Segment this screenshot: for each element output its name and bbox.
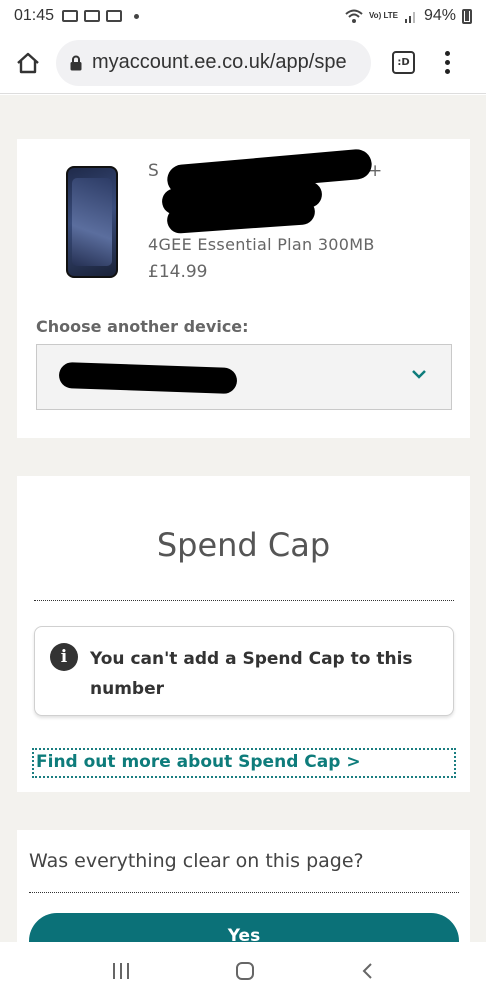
spend-cap-notice: i You can't add a Spend Cap to this numb… — [34, 626, 454, 716]
find-out-more-link[interactable]: Find out more about Spend Cap > — [32, 748, 456, 778]
browser-menu-button[interactable] — [445, 51, 450, 74]
network-type: Vo) LTE — [368, 11, 398, 20]
notification-icon — [62, 10, 79, 22]
cast-icon — [106, 10, 123, 22]
battery-icon — [462, 8, 472, 24]
yes-button[interactable]: Yes — [29, 913, 459, 942]
home-icon — [17, 52, 39, 73]
divider — [29, 892, 459, 893]
system-nav-bar — [0, 942, 486, 999]
battery-percent: 94% — [423, 7, 456, 24]
spend-cap-title: Spend Cap — [156, 526, 331, 564]
spend-cap-notice-text: You can't add a Spend Cap to this number — [90, 649, 413, 699]
feedback-card: Was everything clear on this page? Yes — [17, 830, 470, 942]
home-nav-icon[interactable] — [235, 961, 254, 980]
tab-switcher-button[interactable]: :D — [392, 51, 415, 74]
plan-name: 4GEE Essential Plan 300MB — [148, 235, 375, 254]
notification-icon-2 — [84, 10, 101, 22]
spend-cap-card: Spend Cap i You can't add a Spend Cap to… — [17, 476, 470, 792]
recent-apps-icon[interactable] — [113, 962, 130, 979]
choose-device-label: Choose another device: — [36, 317, 249, 336]
divider — [34, 600, 454, 601]
info-icon: i — [50, 643, 78, 671]
lock-icon — [70, 55, 82, 71]
device-select[interactable] — [36, 344, 452, 410]
feedback-question: Was everything clear on this page? — [29, 850, 364, 872]
more-notifications-icon — [134, 13, 140, 19]
page-content: S + 4GEE Essential Plan 300MB £14.99 Cho… — [0, 95, 486, 942]
device-card: S + 4GEE Essential Plan 300MB £14.99 Cho… — [17, 139, 470, 438]
address-bar[interactable]: myaccount.ee.co.uk/app/spe — [56, 39, 371, 86]
device-image — [66, 166, 118, 278]
back-icon[interactable] — [361, 962, 373, 980]
wifi-icon — [345, 9, 363, 23]
browser-toolbar: myaccount.ee.co.uk/app/spe :D — [0, 32, 486, 94]
redaction-mark — [58, 361, 238, 395]
signal-icon — [404, 12, 415, 23]
home-button[interactable] — [0, 32, 56, 94]
status-bar: 01:45 Vo) LTE 94% — [0, 0, 486, 32]
chevron-down-icon — [412, 370, 426, 379]
status-time: 01:45 — [14, 7, 55, 24]
url-text: myaccount.ee.co.uk/app/spe — [92, 51, 347, 73]
plan-price: £14.99 — [148, 262, 208, 282]
